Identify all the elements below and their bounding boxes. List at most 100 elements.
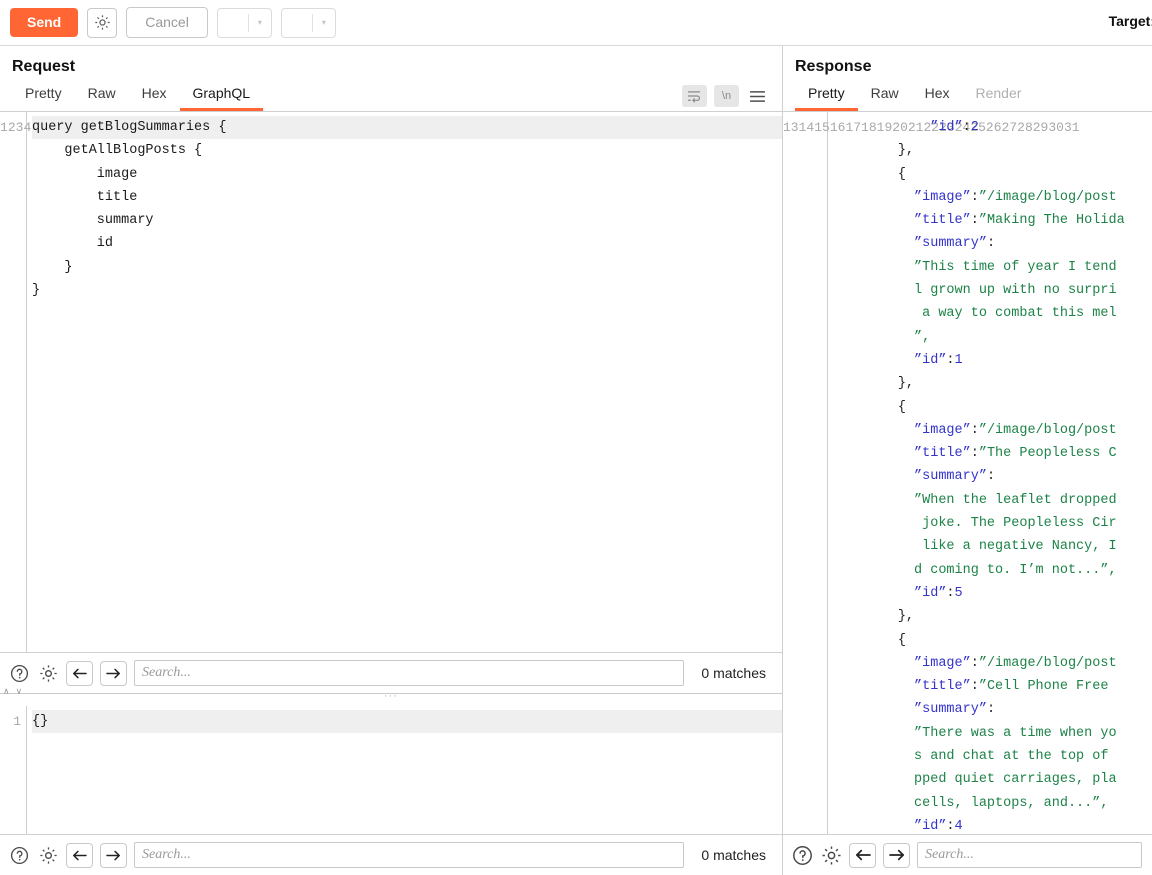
collapse-down-icon[interactable]: ∨	[16, 687, 23, 696]
line-number: 1	[13, 714, 21, 729]
main-split: Request Pretty Raw Hex GraphQL \n	[0, 46, 1152, 875]
code-token: :	[971, 446, 979, 461]
prev-request-button[interactable]: <	[218, 9, 248, 38]
request-settings-button[interactable]	[87, 8, 117, 38]
search-next-button[interactable]	[100, 661, 127, 686]
code-token: :	[987, 236, 995, 251]
response-search-prev-button[interactable]	[849, 843, 876, 868]
variables-search-prev-button[interactable]	[66, 843, 93, 868]
question-mark-icon[interactable]	[8, 662, 30, 684]
code-token: :	[971, 656, 979, 671]
request-variables-editor[interactable]: 1 {}	[0, 706, 782, 834]
newline-icon[interactable]: \n	[714, 85, 739, 107]
request-search-matches: 0 matches	[691, 665, 772, 681]
question-mark-icon[interactable]	[8, 844, 30, 866]
code-line: ”summary”:	[833, 465, 1152, 488]
gear-icon[interactable]	[37, 844, 59, 866]
response-search-bar	[783, 834, 1152, 875]
code-token: :	[987, 702, 995, 717]
search-prev-button[interactable]	[66, 661, 93, 686]
response-search-next-button[interactable]	[883, 843, 910, 868]
code-token: ”title”	[914, 679, 971, 694]
request-editor[interactable]: 12345678 query getBlogSummaries { getAll…	[0, 111, 782, 652]
response-code[interactable]: ”id”:2 }, { ”image”:”/image/blog/post ”t…	[828, 112, 1152, 834]
gear-icon[interactable]	[37, 662, 59, 684]
request-variables-search-bar: 0 matches	[0, 834, 782, 875]
code-line: ”image”:”/image/blog/post	[833, 652, 1152, 675]
menu-icon[interactable]	[746, 85, 768, 107]
code-token: ”image”	[914, 656, 971, 671]
code-token: ”summary”	[914, 469, 987, 484]
line-number: 14	[799, 120, 815, 135]
code-line: like a negative Nancy, I	[833, 535, 1152, 558]
tab-response-raw[interactable]: Raw	[858, 83, 912, 111]
variables-search-input[interactable]	[134, 842, 684, 868]
code-line: ”summary”:	[833, 232, 1152, 255]
tab-response-render[interactable]: Render	[963, 83, 1035, 111]
code-token: a way to combat this mel	[922, 306, 1116, 321]
response-editor[interactable]: 13141516171819202122232425262728293031 ”…	[783, 111, 1152, 834]
line-number: 13	[783, 120, 799, 135]
line-number: 2	[8, 120, 16, 135]
tab-request-graphql[interactable]: GraphQL	[180, 83, 264, 111]
code-token: ”The Peopleless C	[979, 446, 1117, 461]
code-token: },	[898, 609, 914, 624]
variables-code[interactable]: {}	[27, 706, 782, 834]
code-token: :	[987, 469, 995, 484]
variables-gutter: 1	[0, 706, 27, 834]
code-line: },	[833, 139, 1152, 162]
code-line: ”title”:”Cell Phone Free	[833, 675, 1152, 698]
next-request-split-button[interactable]: > ▾	[281, 8, 336, 38]
word-wrap-icon[interactable]	[682, 85, 707, 107]
code-token: 2	[971, 120, 979, 135]
code-line: l grown up with no surpri	[833, 279, 1152, 302]
tab-request-hex[interactable]: Hex	[129, 83, 180, 111]
response-search-input[interactable]	[917, 842, 1142, 868]
code-token: ”id”	[930, 120, 962, 135]
code-token: ”summary”	[914, 236, 987, 251]
cancel-button[interactable]: Cancel	[126, 7, 208, 38]
top-toolbar: Send Cancel < ▾ > ▾ Target:	[0, 0, 1152, 46]
request-gutter: 12345678	[0, 112, 27, 652]
splitter-grip[interactable]: ···	[384, 691, 398, 702]
tab-response-pretty[interactable]: Pretty	[795, 83, 858, 111]
collapse-up-icon[interactable]: ∧	[3, 687, 10, 696]
gear-icon[interactable]	[820, 844, 842, 866]
send-button[interactable]: Send	[10, 8, 78, 37]
code-token: ”This time of year I tend	[914, 260, 1117, 275]
code-line: }	[32, 256, 782, 279]
request-search-input[interactable]	[134, 660, 684, 686]
code-token: 4	[955, 819, 963, 834]
next-request-dropdown-icon[interactable]: ▾	[313, 9, 335, 37]
code-token: {	[898, 400, 906, 415]
code-line: },	[833, 372, 1152, 395]
code-line: ”There was a time when yo	[833, 722, 1152, 745]
prev-request-split-button[interactable]: < ▾	[217, 8, 272, 38]
code-token: ”Cell Phone Free	[979, 679, 1117, 694]
code-line: id	[32, 232, 782, 255]
splitter-collapse-controls[interactable]: ∧ ∨	[3, 687, 22, 696]
response-title: Response	[783, 46, 1152, 80]
code-token: :	[946, 586, 954, 601]
code-token: :	[946, 819, 954, 834]
request-splitter[interactable]: ∧ ∨ ···	[0, 693, 782, 706]
next-request-button[interactable]: >	[282, 9, 312, 38]
code-line: {	[833, 629, 1152, 652]
response-pane: Response Pretty Raw Hex Render 131415161…	[783, 46, 1152, 875]
request-tabs: Pretty Raw Hex GraphQL \n	[0, 80, 782, 111]
code-line: ”id”:5	[833, 582, 1152, 605]
question-mark-icon[interactable]	[791, 844, 813, 866]
tab-request-raw[interactable]: Raw	[75, 83, 129, 111]
request-code[interactable]: query getBlogSummaries { getAllBlogPosts…	[27, 112, 782, 652]
target-label: Target:	[1109, 13, 1152, 29]
tab-request-pretty[interactable]: Pretty	[12, 83, 75, 111]
code-token: d coming to. I’m not...”,	[914, 563, 1117, 578]
tab-response-hex[interactable]: Hex	[912, 83, 963, 111]
variables-search-next-button[interactable]	[100, 843, 127, 868]
response-gutter: 13141516171819202122232425262728293031	[783, 112, 828, 834]
code-line: cells, laptops, and...”,	[833, 792, 1152, 815]
code-token: ”/image/blog/post	[979, 190, 1117, 205]
response-tabs: Pretty Raw Hex Render	[783, 80, 1152, 111]
code-token: :	[963, 120, 971, 135]
prev-request-dropdown-icon[interactable]: ▾	[249, 9, 271, 37]
